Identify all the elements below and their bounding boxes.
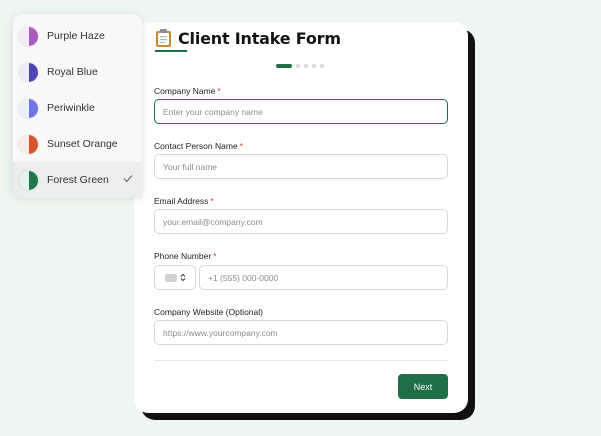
theme-item-label: Purple Haze: [47, 30, 105, 42]
updown-chevron-icon: [180, 273, 185, 282]
theme-color-menu: Purple Haze Royal Blue Periwinkle Sunset…: [13, 14, 142, 198]
swatch-color-half: [28, 62, 38, 82]
swatch-light-half: [19, 98, 29, 118]
theme-item-label: Sunset Orange: [47, 138, 118, 150]
phone-label-text: Phone Number: [154, 251, 212, 261]
flag-placeholder: [164, 273, 177, 282]
required-marker: *: [213, 251, 217, 261]
theme-item-label: Periwinkle: [47, 102, 95, 114]
theme-item-periwinkle[interactable]: Periwinkle: [13, 90, 142, 126]
title-underline: [155, 50, 187, 52]
website-input[interactable]: [154, 320, 448, 345]
step-dot-3: [304, 64, 308, 68]
step-dot-1: [276, 64, 292, 68]
swatch-light-half: [19, 62, 29, 82]
theme-item-label: Forest Green: [47, 174, 109, 186]
swatch-icon: [18, 169, 39, 191]
website-label-text: Company Website (Optional): [154, 307, 263, 317]
next-button[interactable]: Next: [398, 374, 448, 399]
step-dot-5: [320, 64, 324, 68]
company-name-label: Company Name *: [154, 86, 221, 96]
company-name-input[interactable]: [154, 99, 448, 124]
swatch-light-half: [19, 170, 29, 190]
step-indicator: [276, 64, 324, 68]
theme-item-purple-haze[interactable]: Purple Haze: [13, 18, 142, 54]
email-label-text: Email Address: [154, 196, 209, 206]
phone-input[interactable]: [199, 265, 448, 290]
step-dot-2: [296, 64, 300, 68]
required-marker: *: [239, 141, 243, 151]
contact-person-label: Contact Person Name *: [154, 141, 243, 151]
swatch-light-half: [19, 26, 29, 46]
theme-item-sunset-orange[interactable]: Sunset Orange: [13, 126, 142, 162]
required-marker: *: [210, 196, 214, 206]
website-label: Company Website (Optional): [154, 307, 263, 317]
client-intake-card: Client Intake Form Company Name* Contact…: [134, 22, 468, 413]
swatch-icon: [18, 133, 39, 155]
step-dot-4: [312, 64, 316, 68]
required-marker: *: [217, 86, 221, 96]
swatch-color-half: [28, 98, 38, 118]
contact-person-input[interactable]: [154, 154, 448, 179]
title-row: Client Intake Form: [155, 28, 341, 48]
swatch-color-half: [28, 26, 38, 46]
swatch-light-half: [19, 134, 29, 154]
contact-person-label-text: Contact Person Name: [154, 141, 238, 151]
theme-item-label: Royal Blue: [47, 66, 98, 78]
theme-item-royal-blue[interactable]: Royal Blue: [13, 54, 142, 90]
swatch-color-half: [28, 170, 38, 190]
form-divider: [154, 360, 448, 361]
swatch-icon: [18, 61, 39, 83]
country-code-select[interactable]: [154, 265, 196, 290]
swatch-icon: [18, 25, 39, 47]
theme-item-forest-green[interactable]: Forest Green: [13, 162, 142, 198]
company-name-label-text: Company Name: [154, 86, 216, 96]
clipboard-icon: [156, 29, 171, 47]
check-icon: [123, 175, 133, 183]
email-label: Email Address *: [154, 196, 214, 206]
page-title: Client Intake Form: [178, 28, 341, 48]
email-input[interactable]: [154, 209, 448, 234]
phone-label: Phone Number *: [154, 251, 216, 261]
swatch-color-half: [28, 134, 38, 154]
swatch-icon: [18, 97, 39, 119]
